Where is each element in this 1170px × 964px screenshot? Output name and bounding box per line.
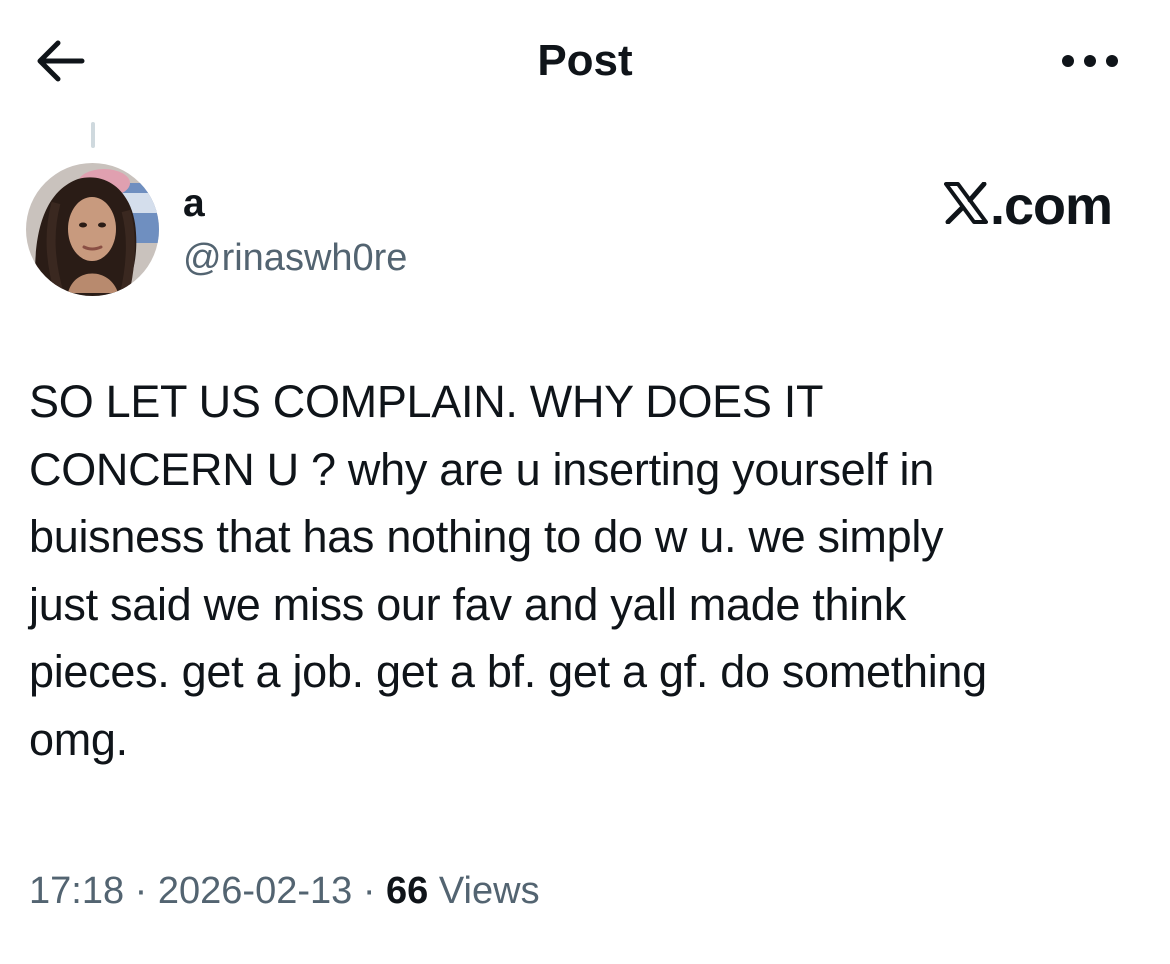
meta-separator: · [352,870,387,912]
thread-connector-line [91,122,95,148]
x-com-watermark-text: .com [989,176,1113,236]
post-text-line: CONCERN U ? why are u inserting yourself… [29,443,934,495]
x-com-watermark: .com [943,176,1113,236]
author-handle[interactable]: @rinaswh0re [183,236,407,280]
views-count[interactable]: 66 [386,870,428,912]
post-text-line: pieces. get a job. get a bf. get a gf. d… [29,646,987,697]
page-title: Post [537,36,633,85]
views-label: Views [428,870,540,912]
post-metadata: 17:18 · 2026-02-13 · 66 Views [29,866,540,916]
post-text-line: just said we miss our fav and yall made … [29,578,906,630]
post-text: SO LET US COMPLAIN. WHY DOES IT CONCERN … [29,368,1144,773]
post-date[interactable]: 2026-02-13 [158,870,352,912]
author-display-name[interactable]: a [183,182,205,226]
avatar-photo [26,163,159,296]
more-options-button[interactable] [1060,48,1120,74]
post-text-line: buisness that has nothing to do w u. we … [29,511,944,562]
post-text-line: SO LET US COMPLAIN. WHY DOES IT [29,376,824,427]
avatar[interactable] [26,163,159,296]
meta-separator: · [124,870,158,912]
top-bar: Post [0,0,1170,122]
post-time[interactable]: 17:18 [29,870,124,912]
x-logo-icon [943,182,988,224]
post-text-line: omg. [29,713,128,765]
more-horizontal-icon [1062,55,1118,67]
